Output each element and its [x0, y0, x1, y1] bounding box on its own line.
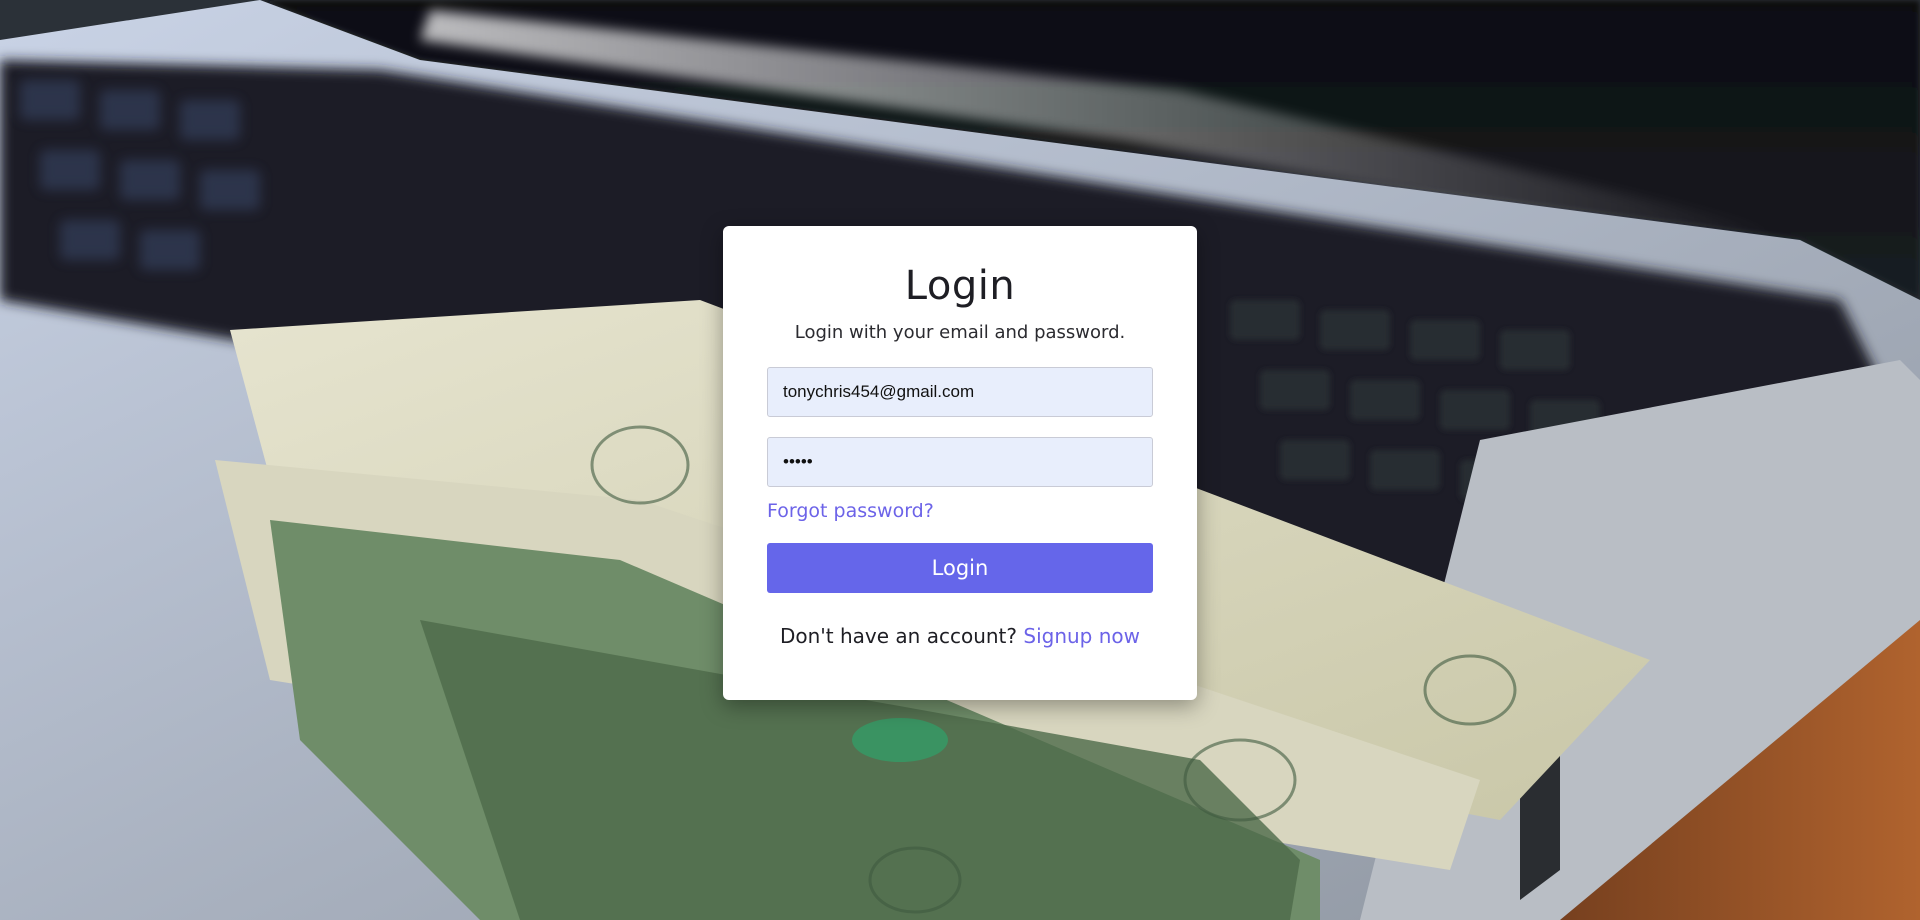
email-field[interactable]	[767, 367, 1153, 417]
password-field[interactable]	[767, 437, 1153, 487]
signup-prompt: Don't have an account?	[779, 624, 1018, 648]
forgot-password-link[interactable]: Forgot password?	[767, 499, 934, 523]
signup-row: Don't have an account? Signup now	[767, 623, 1153, 649]
login-button[interactable]: Login	[767, 543, 1153, 593]
login-subtitle: Login with your email and password.	[794, 322, 1126, 343]
login-card: Login Login with your email and password…	[723, 226, 1197, 700]
login-title: Login	[904, 263, 1016, 309]
signup-link[interactable]: Signup now	[1023, 624, 1140, 648]
